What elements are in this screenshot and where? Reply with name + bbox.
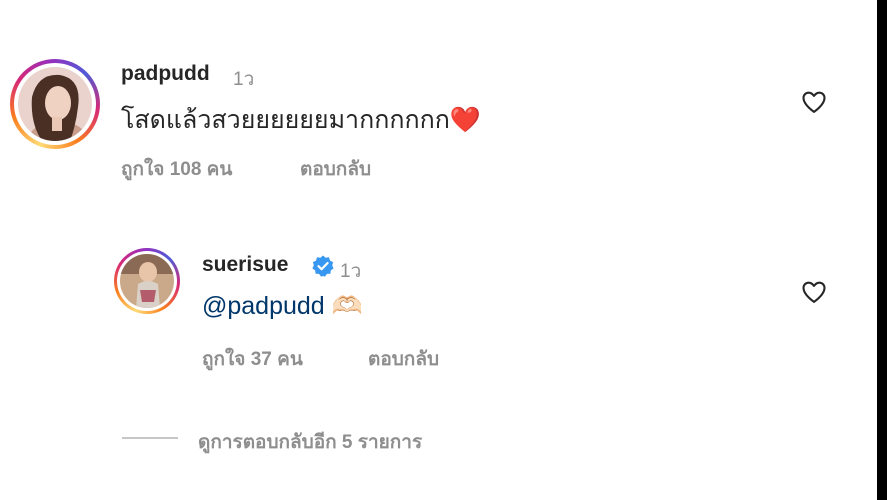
mention-link[interactable]: @padpudd	[202, 292, 325, 320]
reply-username[interactable]: suerisue	[202, 253, 288, 277]
comment-reply-button[interactable]: ตอบกลับ	[300, 154, 371, 184]
comment-username[interactable]: padpudd	[121, 62, 210, 86]
view-more-replies-label[interactable]: ดูการตอบกลับอีก 5 รายการ	[198, 427, 422, 457]
avatar[interactable]	[114, 248, 180, 314]
red-heart-emoji: ❤️	[449, 106, 482, 134]
comment-text: โสดแล้วสวยยยยยยมากกกกกก❤️	[121, 100, 481, 140]
reply-time[interactable]: 1ว	[340, 256, 361, 286]
reply-text: @padpudd 🫶🏻	[202, 292, 363, 321]
divider-line	[122, 437, 178, 439]
comment-likes[interactable]: ถูกใจ 108 คน	[121, 154, 232, 184]
heart-outline-icon[interactable]	[799, 88, 829, 116]
heart-hands-emoji: 🫶🏻	[331, 292, 363, 320]
avatar[interactable]	[10, 59, 100, 149]
comment-time[interactable]: 1ว	[233, 64, 254, 94]
reply-likes[interactable]: ถูกใจ 37 คน	[202, 344, 303, 374]
window-edge	[877, 0, 887, 500]
heart-outline-icon[interactable]	[799, 278, 829, 306]
reply-reply-button[interactable]: ตอบกลับ	[368, 344, 439, 374]
comment-body: โสดแล้วสวยยยยยยมากกกกกก	[121, 106, 450, 134]
verified-badge-icon	[312, 255, 334, 277]
